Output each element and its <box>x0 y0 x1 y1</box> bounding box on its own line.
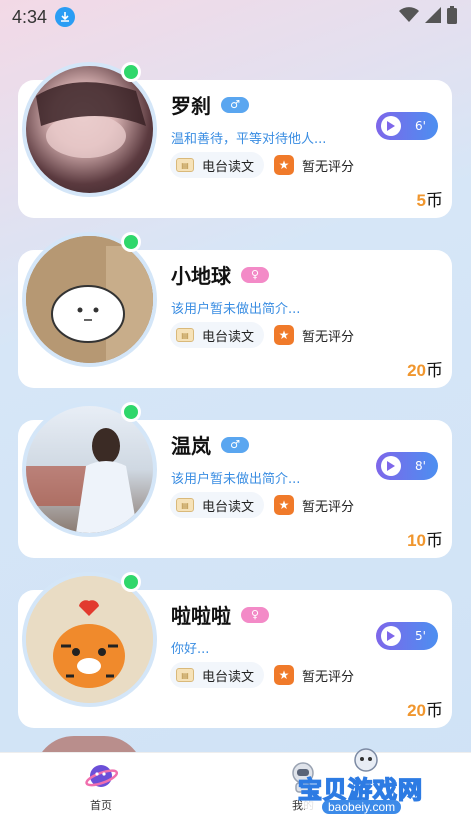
star-icon: ★ <box>274 665 295 685</box>
tag-rating-label: 暂无评分 <box>302 499 355 515</box>
tag-radio: ▤ 电台读文 <box>170 322 265 348</box>
online-indicator <box>121 572 141 592</box>
tag-radio: ▤ 电台读文 <box>170 662 265 688</box>
name-row: 温岚 ♂ <box>171 430 249 459</box>
name-row: 小地球 ♀ <box>171 260 269 289</box>
price-unit: 币 <box>426 191 443 211</box>
voice-duration: 8' <box>415 459 426 473</box>
tag-row: ▤ 电台读文 ★ 暂无评分 <box>170 152 364 178</box>
radio-icon: ▤ <box>176 498 194 512</box>
tag-row: ▤ 电台读文 ★ 暂无评分 <box>170 662 364 688</box>
tag-row: ▤ 电台读文 ★ 暂无评分 <box>170 322 364 348</box>
tag-rating: ★ 暂无评分 <box>274 492 364 518</box>
avatar-ring[interactable] <box>22 572 157 707</box>
online-indicator <box>121 402 141 422</box>
voice-intro-button[interactable]: 6' <box>376 112 438 140</box>
price: 5 币 <box>417 186 443 211</box>
female-icon: ♀ <box>241 266 269 283</box>
star-icon: ★ <box>274 325 295 345</box>
tag-rating: ★ 暂无评分 <box>274 152 364 178</box>
user-name: 小地球 <box>171 264 231 288</box>
avatar <box>26 406 153 533</box>
price: 10 币 <box>407 526 443 551</box>
tag-rating: ★ 暂无评分 <box>274 662 364 688</box>
download-icon <box>55 7 76 27</box>
voice-duration: 5' <box>415 629 426 643</box>
user-bio: 该用户暂未做出简介... <box>171 302 301 317</box>
avatar <box>26 236 153 363</box>
avatar-ring[interactable] <box>22 402 157 537</box>
user-name: 啦啦啦 <box>171 604 231 628</box>
avatar <box>26 576 153 703</box>
male-icon: ♂ <box>221 436 249 453</box>
tab-home[interactable]: 首页 <box>61 759 141 813</box>
price-unit: 币 <box>426 361 443 381</box>
tag-radio-label: 电台读文 <box>202 329 255 345</box>
price-unit: 币 <box>426 531 443 551</box>
avatar-ring[interactable] <box>22 62 157 197</box>
price-unit: 币 <box>426 701 443 721</box>
status-time: 4:34 <box>12 6 48 27</box>
tag-radio-label: 电台读文 <box>202 499 255 515</box>
play-icon <box>381 116 401 136</box>
tag-row: ▤ 电台读文 ★ 暂无评分 <box>170 492 364 518</box>
anchor-list: 6' 罗刹 ♂ 温和善待，平等对待他人... ▤ 电台读文 ★ 暂无评分 5 币… <box>0 58 471 738</box>
avatar <box>26 66 153 193</box>
online-indicator <box>121 62 141 82</box>
tag-radio: ▤ 电台读文 <box>170 492 265 518</box>
radio-icon: ▤ <box>176 328 194 342</box>
star-icon: ★ <box>274 155 295 175</box>
tag-radio-label: 电台读文 <box>202 159 255 175</box>
tag-rating-label: 暂无评分 <box>302 669 355 685</box>
user-bio: 该用户暂未做出简介... <box>171 472 301 487</box>
price-value: 20 <box>407 701 426 720</box>
star-icon: ★ <box>274 495 295 515</box>
price: 20 币 <box>407 696 443 721</box>
user-name: 温岚 <box>171 434 211 458</box>
user-card[interactable]: 5' 啦啦啦 ♀ 你好... ▤ 电台读文 ★ 暂无评分 20 币 <box>0 568 471 738</box>
online-indicator <box>121 232 141 252</box>
voice-intro-button[interactable]: 5' <box>376 622 438 650</box>
name-row: 罗刹 ♂ <box>171 90 249 119</box>
watermark-logo: 宝贝游戏网 baobeiy.com <box>292 746 452 832</box>
planet-icon <box>84 759 118 793</box>
wifi-icon <box>399 7 419 28</box>
tag-rating-label: 暂无评分 <box>302 329 355 345</box>
price-value: 10 <box>407 531 426 550</box>
voice-intro-button[interactable]: 8' <box>376 452 438 480</box>
user-bio: 温和善待，平等对待他人... <box>171 132 327 147</box>
user-card[interactable]: 8' 温岚 ♂ 该用户暂未做出简介... ▤ 电台读文 ★ 暂无评分 10 币 <box>0 398 471 568</box>
radio-icon: ▤ <box>176 158 194 172</box>
status-bar: 4:34 <box>0 0 471 34</box>
name-row: 啦啦啦 ♀ <box>171 600 269 629</box>
female-icon: ♀ <box>241 606 269 623</box>
voice-duration: 6' <box>415 119 426 133</box>
watermark-url: baobeiy.com <box>322 800 402 814</box>
radio-icon: ▤ <box>176 668 194 682</box>
tag-rating: ★ 暂无评分 <box>274 322 364 348</box>
play-icon <box>381 626 401 646</box>
user-bio: 你好... <box>171 642 210 657</box>
male-icon: ♂ <box>221 96 249 113</box>
avatar-ring[interactable] <box>22 232 157 367</box>
user-card[interactable]: 6' 罗刹 ♂ 温和善待，平等对待他人... ▤ 电台读文 ★ 暂无评分 5 币 <box>0 58 471 228</box>
tag-rating-label: 暂无评分 <box>302 159 355 175</box>
price: 20 币 <box>407 356 443 381</box>
user-name: 罗刹 <box>171 94 211 118</box>
signal-icon <box>425 7 441 28</box>
user-card[interactable]: 小地球 ♀ 该用户暂未做出简介... ▤ 电台读文 ★ 暂无评分 20 币 <box>0 228 471 398</box>
play-icon <box>381 456 401 476</box>
tag-radio-label: 电台读文 <box>202 669 255 685</box>
battery-icon <box>447 6 457 29</box>
tag-radio: ▤ 电台读文 <box>170 152 265 178</box>
price-value: 20 <box>407 361 426 380</box>
tab-home-label: 首页 <box>90 799 112 812</box>
price-value: 5 <box>416 191 426 210</box>
